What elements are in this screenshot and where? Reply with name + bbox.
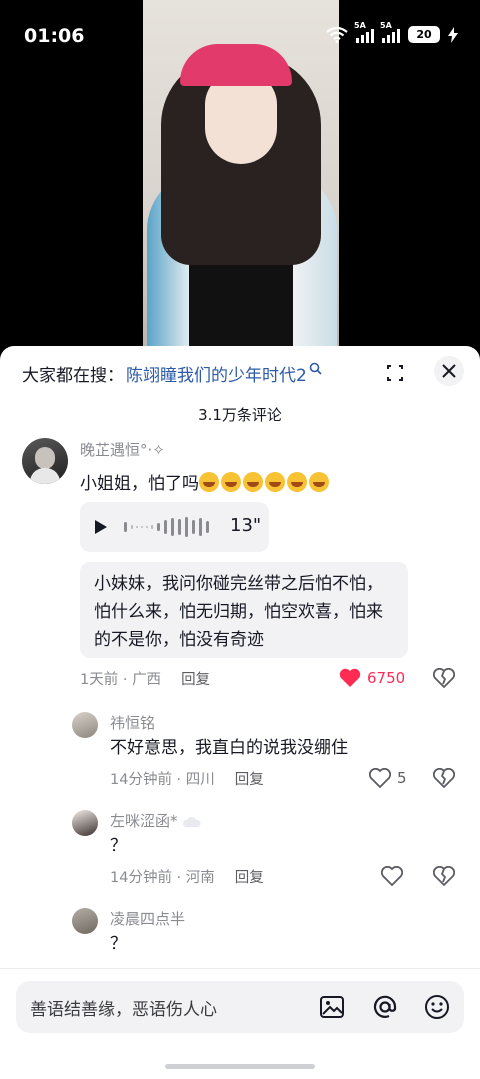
quoted-text: 小妹妹，我问你碰完丝带之后怕不怕，怕什么来，怕无归期，怕空欢喜，怕来的不是你，怕… [80,562,408,658]
laugh-emoji-icon [287,472,307,492]
image-icon[interactable] [319,994,345,1020]
status-icons: 5A 5A 20 [326,21,458,43]
voice-duration: 13" [230,515,262,536]
emoji-laugh-icons [199,472,331,494]
status-time: 01:06 [24,25,85,47]
comment-text: 小姐姐，怕了吗 [80,470,331,498]
signal-icon-2: 5A [380,21,400,43]
like-count: 5 [397,769,407,787]
play-icon[interactable] [95,520,107,534]
laugh-emoji-icon [221,472,241,492]
like-count: 6750 [367,669,406,687]
battery-icon: 20 [408,26,440,43]
reply-button[interactable]: 回复 [235,866,264,887]
reply-username[interactable]: 祎恒铭 [110,712,155,733]
heart-filled-icon [339,668,361,687]
laugh-emoji-icon [243,472,263,492]
comment-input-placeholder: 善语结善缘，恶语伤人心 [30,1000,217,1020]
reply-text: 不好意思，我直白的说我没绷住 [110,738,348,758]
broken-heart-icon[interactable] [433,768,455,788]
comment-count: 3.1万条评论 [198,406,282,424]
search-term-link[interactable]: 陈翊瞳我们的少年时代2 [126,361,307,386]
broken-heart-icon[interactable] [433,866,455,886]
search-icon [309,362,322,375]
laugh-emoji-icon [199,472,219,492]
search-prefix: 大家都在搜： [22,365,124,386]
home-indicator[interactable] [165,1064,315,1069]
comment-meta: 1天前 · 广西 回复 [80,668,210,689]
heart-outline-icon[interactable] [381,866,403,886]
avatar[interactable] [72,712,98,738]
emoji-icon[interactable] [424,994,450,1020]
reply-meta: 14分钟前 · 河南 回复 [110,866,264,887]
reply-button[interactable]: 回复 [181,668,210,689]
avatar[interactable] [72,810,98,836]
comment-username[interactable]: 晚芷遇恒°·✧ [80,439,165,460]
cloud-icon [183,816,201,827]
comment-input-bar: 善语结善缘，恶语伤人心 [0,968,480,1079]
reply-username[interactable]: 凌晨四点半 [110,908,185,929]
reply-username[interactable]: 左咪涩函* [110,810,202,831]
laugh-emoji-icon [309,472,329,492]
close-icon[interactable] [434,356,464,386]
charging-icon [448,26,458,43]
comment-time-location: 1天前 · 广西 [80,672,162,688]
signal-icon: 5A [354,21,374,43]
heart-outline-icon [369,768,391,788]
status-bar: 01:06 5A 5A 20 [0,0,480,72]
reply-text: ？ [110,836,127,856]
expand-icon[interactable] [382,360,408,386]
waveform-icon [124,517,209,537]
like-button[interactable]: 6750 [339,668,405,688]
at-mention-icon[interactable] [372,994,398,1020]
reply-meta: 14分钟前 · 四川 回复 [110,768,264,789]
reply-text: ？ [110,934,127,954]
avatar[interactable] [22,438,68,484]
broken-heart-icon[interactable] [433,668,455,688]
wifi-icon [326,26,348,43]
avatar[interactable] [72,908,98,934]
comment-input[interactable]: 善语结善缘，恶语伤人心 [16,981,464,1033]
voice-message[interactable]: 13" [80,502,269,552]
laugh-emoji-icon [265,472,285,492]
reply-button[interactable]: 回复 [235,768,264,789]
like-button[interactable]: 5 [369,768,407,788]
